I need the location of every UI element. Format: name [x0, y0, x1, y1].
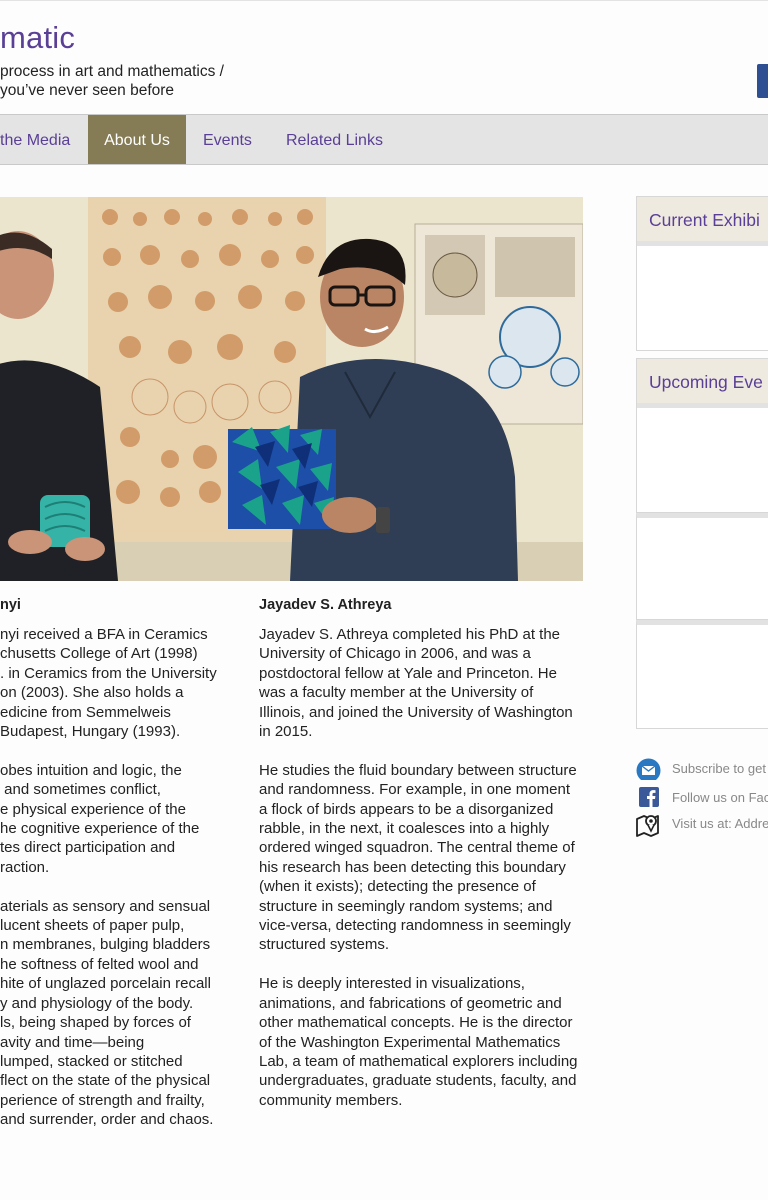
nav-item-related-links[interactable]: Related Links: [286, 115, 383, 164]
facebook-link[interactable]: Follow us on Fac: [636, 787, 768, 809]
right-person-bio: Jayadev S. Athreya completed his PhD at …: [259, 625, 579, 1130]
bio-line: hite of unglazed porcelain recall: [0, 975, 211, 993]
right-bio-paragraph-3: He is deeply interested in visualization…: [259, 975, 578, 1109]
left-bio-paragraph-2: obes intuition and logic, the and someti…: [0, 761, 240, 877]
bio-line: on (2003). She also holds a: [0, 684, 184, 702]
bio-line: y and physiology of the body.: [0, 994, 194, 1012]
nav-item-about-us[interactable]: About Us: [88, 115, 186, 164]
bio-line: tes direct participation and: [0, 839, 176, 857]
left-person-bio: nyi received a BFA in Ceramics chusetts …: [0, 625, 240, 1149]
envelope-icon: [636, 758, 661, 780]
current-exhibit-widget: Current Exhibi: [636, 196, 768, 351]
upcoming-event-card[interactable]: [636, 620, 768, 729]
visit-link[interactable]: Visit us at: Addre: [636, 813, 768, 839]
left-person-name: nyi: [0, 597, 21, 613]
bio-line: ls, being shaped by forces of: [0, 1014, 191, 1032]
upcoming-events-widget: Upcoming Eve: [636, 358, 768, 513]
bio-line: edicine from Semmelweis: [0, 703, 171, 721]
bio-line: n membranes, bulging bladders: [0, 936, 211, 954]
bio-line: aterials as sensory and sensual: [0, 897, 211, 915]
site-tagline: process in art and mathematics / you’ve …: [0, 62, 224, 100]
visit-text: Visit us at: Addre: [672, 816, 768, 831]
bio-line: he softness of felted wool and: [0, 955, 199, 973]
bio-line: avity and time—being: [0, 1033, 145, 1051]
bio-line: lumped, stacked or stitched: [0, 1052, 183, 1070]
bio-line: and sometimes conflict,: [0, 781, 161, 799]
right-bio-paragraph-1: Jayadev S. Athreya completed his PhD at …: [259, 626, 573, 741]
header-action-button[interactable]: [757, 64, 768, 98]
upcoming-events-heading[interactable]: Upcoming Eve: [637, 359, 768, 408]
tagline-line-1: process in art and mathematics /: [0, 63, 224, 80]
left-bio-paragraph-1: nyi received a BFA in Ceramics chusetts …: [0, 625, 240, 741]
team-photo: [0, 197, 583, 581]
bio-line: chusetts College of Art (1998): [0, 645, 198, 663]
bio-line: raction.: [0, 858, 50, 876]
bio-line: perience of strength and frailty,: [0, 1091, 205, 1109]
map-pin-icon: [636, 815, 659, 837]
subscribe-text: Subscribe to get: [672, 761, 766, 776]
bio-line: and surrender, order and chaos.: [0, 1111, 214, 1129]
bio-line: . in Ceramics from the University: [0, 664, 217, 682]
right-bio-paragraph-2: He studies the fluid boundary between st…: [259, 761, 577, 954]
bio-line: flect on the state of the physical: [0, 1072, 211, 1090]
bio-line: obes intuition and logic, the: [0, 761, 182, 779]
bio-line: nyi received a BFA in Ceramics: [0, 626, 208, 643]
top-divider: [0, 0, 768, 1]
facebook-icon: [639, 787, 659, 807]
subscribe-link[interactable]: Subscribe to get: [636, 758, 768, 780]
current-exhibit-heading[interactable]: Current Exhibi: [637, 197, 768, 246]
right-person-name: Jayadev S. Athreya: [259, 597, 392, 613]
tagline-line-2: you’ve never seen before: [0, 82, 175, 99]
team-photo-illustration: [0, 197, 583, 581]
main-nav: the Media About Us Events Related Links: [0, 114, 768, 165]
site-title[interactable]: matic: [0, 20, 75, 56]
nav-item-media[interactable]: the Media: [0, 115, 80, 164]
bio-line: lucent sheets of paper pulp,: [0, 917, 185, 935]
upcoming-event-card[interactable]: [636, 513, 768, 620]
left-bio-paragraph-3: aterials as sensory and sensual lucent s…: [0, 897, 240, 1130]
bio-line: Budapest, Hungary (1993).: [0, 723, 181, 741]
bio-line: he cognitive experience of the: [0, 820, 200, 838]
bio-line: e physical experience of the: [0, 800, 186, 818]
facebook-text: Follow us on Fac: [672, 790, 768, 805]
nav-item-events[interactable]: Events: [203, 115, 252, 164]
